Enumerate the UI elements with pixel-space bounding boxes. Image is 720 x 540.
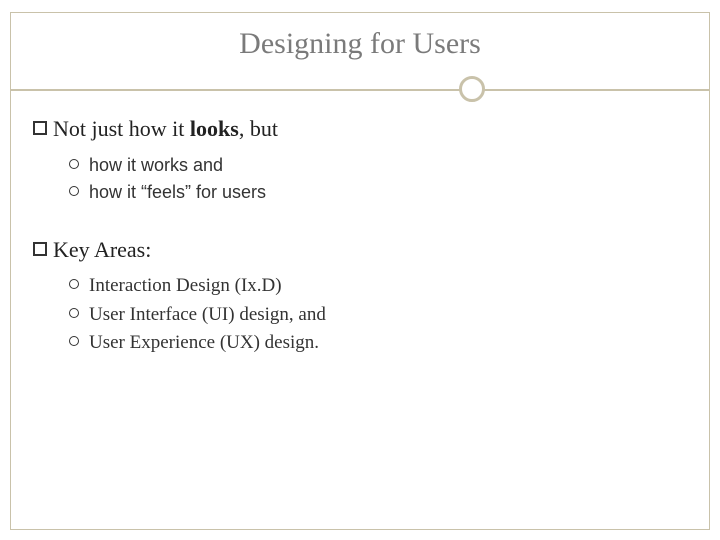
list-item: User Experience (UX) design. — [69, 329, 687, 358]
list-item-text: User Experience (UX) design. — [89, 329, 319, 358]
square-bullet-icon — [33, 242, 47, 256]
list-item: Interaction Design (Ix.D) — [69, 272, 687, 301]
circle-bullet-icon — [69, 279, 79, 289]
separator-line — [11, 89, 709, 91]
section-2-heading-text: Key Areas: — [53, 236, 151, 265]
section-1-list: how it works and how it “feels” for user… — [69, 152, 687, 206]
circle-bullet-icon — [69, 159, 79, 169]
list-item-text: Interaction Design (Ix.D) — [89, 272, 282, 301]
circle-bullet-icon — [69, 308, 79, 318]
slide-title: Designing for Users — [11, 27, 709, 61]
separator — [11, 75, 709, 103]
square-bullet-icon — [33, 121, 47, 135]
separator-circle-icon — [459, 76, 485, 102]
section-1-heading-text: Not just how it looks, but — [53, 115, 278, 144]
list-item: how it works and — [69, 152, 687, 179]
heading-bold: looks — [190, 116, 239, 141]
list-item-text: User Interface (UI) design, and — [89, 301, 326, 330]
heading-pre: Not just how it — [53, 116, 190, 141]
list-item-text: how it “feels” for users — [89, 179, 266, 206]
content: Not just how it looks, but how it works … — [11, 115, 709, 358]
heading-post: , but — [239, 116, 278, 141]
section-1-heading: Not just how it looks, but — [33, 115, 687, 144]
circle-bullet-icon — [69, 186, 79, 196]
list-item-text: how it works and — [89, 152, 223, 179]
circle-bullet-icon — [69, 336, 79, 346]
list-item: how it “feels” for users — [69, 179, 687, 206]
section-2-heading: Key Areas: — [33, 236, 687, 265]
slide: Designing for Users Not just how it look… — [0, 0, 720, 540]
slide-frame: Designing for Users Not just how it look… — [10, 12, 710, 530]
section-2-list: Interaction Design (Ix.D) User Interface… — [69, 272, 687, 358]
list-item: User Interface (UI) design, and — [69, 301, 687, 330]
